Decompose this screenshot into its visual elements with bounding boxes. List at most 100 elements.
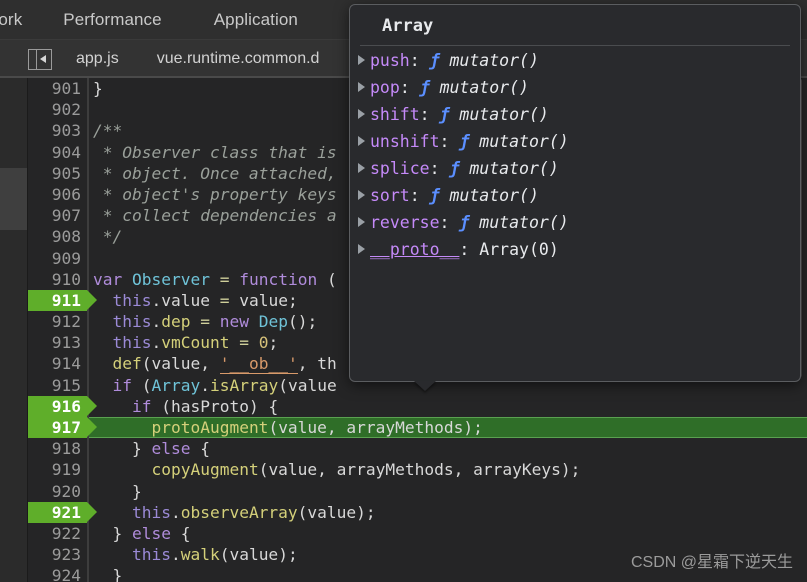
function-glyph-icon: ƒ — [439, 105, 460, 124]
code-line-text: this.value = value; — [112, 290, 298, 310]
property-value: mutator() — [479, 213, 569, 232]
code-line[interactable]: 919 copyAugment(value, arrayMethods, arr… — [28, 459, 807, 481]
code-line[interactable]: 921 this.observeArray(value); — [28, 501, 807, 523]
gutter-divider — [87, 120, 89, 142]
property-colon: : — [439, 132, 460, 151]
line-number[interactable]: 916 — [28, 395, 97, 417]
code-line-text: */ — [93, 227, 123, 247]
code-line[interactable]: 918 } else { — [28, 438, 807, 460]
gutter-divider — [87, 311, 89, 333]
expand-triangle-icon[interactable] — [358, 136, 365, 146]
gutter-divider — [87, 353, 89, 375]
popup-property-row[interactable]: __proto__: Array(0) — [350, 240, 800, 267]
expand-triangle-icon[interactable] — [358, 163, 365, 173]
line-number[interactable]: 924 — [28, 565, 87, 582]
code-line-text: protoAugment(value, arrayMethods); — [151, 418, 483, 437]
gutter-divider — [87, 226, 89, 248]
line-number[interactable]: 910 — [28, 269, 87, 290]
gutter-divider — [87, 268, 89, 290]
code-line-text: * object. Once attached, — [93, 163, 337, 183]
line-number[interactable]: 920 — [28, 481, 87, 502]
line-number[interactable]: 921 — [28, 501, 97, 523]
code-line-text: this.observeArray(value); — [131, 502, 376, 522]
line-number[interactable]: 922 — [28, 523, 87, 544]
function-glyph-icon: ƒ — [419, 78, 440, 97]
popup-property-row[interactable]: unshift: ƒ mutator() — [350, 132, 800, 159]
code-line-text: * Observer class that is — [93, 142, 337, 162]
expand-triangle-icon[interactable] — [358, 109, 365, 119]
line-number[interactable]: 911 — [28, 289, 97, 312]
property-key: splice — [370, 159, 430, 178]
expand-triangle-icon[interactable] — [358, 55, 365, 65]
code-line-text: copyAugment(value, arrayMethods, arrayKe… — [151, 460, 581, 480]
object-preview-popup[interactable]: Array push: ƒ mutator() pop: ƒ mutator() s… — [349, 4, 801, 382]
menu-tab-performance[interactable]: Performance — [63, 10, 161, 30]
gutter-divider — [87, 78, 89, 100]
function-glyph-icon: ƒ — [429, 51, 450, 70]
line-number[interactable]: 923 — [28, 544, 87, 565]
editor-left-rail[interactable] — [0, 78, 28, 582]
file-tab-vue-runtime[interactable]: vue.runtime.common.d — [157, 50, 320, 68]
gutter-divider — [87, 480, 89, 502]
line-number[interactable]: 915 — [28, 375, 87, 396]
code-line-text: } — [112, 566, 123, 582]
line-number[interactable]: 905 — [28, 163, 87, 184]
line-number[interactable]: 903 — [28, 120, 87, 141]
property-colon: : — [439, 213, 460, 232]
line-number[interactable]: 917 — [28, 417, 97, 439]
gutter-divider — [87, 247, 89, 269]
code-line[interactable]: 922 } else { — [28, 522, 807, 545]
line-number[interactable]: 909 — [28, 248, 87, 269]
expand-triangle-icon[interactable] — [358, 82, 365, 92]
popup-property-row[interactable]: reverse: ƒ mutator() — [350, 213, 800, 240]
line-number[interactable]: 913 — [28, 332, 87, 353]
code-line-text: if (Array.isArray(value — [112, 375, 337, 395]
property-colon: : — [409, 51, 430, 70]
property-colon: : — [399, 78, 420, 97]
line-number[interactable]: 906 — [28, 184, 87, 205]
gutter-divider — [87, 205, 89, 227]
line-number[interactable]: 919 — [28, 459, 87, 480]
property-value: mutator() — [479, 132, 569, 151]
property-value: mutator() — [449, 51, 539, 70]
line-number[interactable]: 912 — [28, 311, 87, 332]
line-number[interactable]: 908 — [28, 226, 87, 247]
code-line-text: if (hasProto) { — [131, 396, 279, 416]
expand-triangle-icon[interactable] — [358, 217, 365, 227]
code-line[interactable]: 917 protoAugment(value, arrayMethods); — [28, 417, 807, 439]
menu-tab-application[interactable]: Application — [214, 10, 298, 30]
popup-property-row[interactable]: sort: ƒ mutator() — [350, 186, 800, 213]
gutter-divider — [87, 438, 89, 460]
property-value: mutator() — [459, 105, 549, 124]
popup-property-row[interactable]: splice: ƒ mutator() — [350, 159, 800, 186]
line-number[interactable]: 914 — [28, 353, 87, 374]
popup-property-row[interactable]: shift: ƒ mutator() — [350, 105, 800, 132]
gutter-divider — [87, 183, 89, 206]
gutter-divider — [87, 332, 89, 354]
property-value: mutator() — [449, 186, 539, 205]
panel-collapse-icon[interactable] — [28, 48, 52, 70]
function-glyph-icon: ƒ — [459, 132, 480, 151]
csdn-watermark: CSDN @星霜下逆天生 — [630, 554, 793, 571]
popup-property-row[interactable]: push: ƒ mutator() — [350, 51, 800, 78]
popup-property-row[interactable]: pop: ƒ mutator() — [350, 78, 800, 105]
line-number[interactable]: 901 — [28, 78, 87, 99]
property-colon: : — [409, 186, 430, 205]
popup-title: Array — [382, 16, 434, 36]
property-colon: : — [459, 240, 480, 259]
line-number[interactable]: 918 — [28, 438, 87, 459]
property-key: shift — [370, 105, 420, 124]
code-line-text: } — [131, 481, 142, 501]
code-line[interactable]: 920 } — [28, 480, 807, 502]
left-rail-thumb[interactable] — [0, 168, 27, 230]
line-number[interactable]: 904 — [28, 142, 87, 163]
line-number[interactable]: 902 — [28, 99, 87, 120]
expand-triangle-icon[interactable] — [358, 244, 365, 254]
expand-triangle-icon[interactable] — [358, 190, 365, 200]
code-line[interactable]: 916 if (hasProto) { — [28, 395, 807, 417]
file-tab-app-js[interactable]: app.js — [76, 50, 119, 68]
menu-tab-network[interactable]: work — [0, 10, 22, 30]
property-value: mutator() — [439, 78, 529, 97]
gutter-divider — [87, 544, 89, 566]
line-number[interactable]: 907 — [28, 205, 87, 226]
